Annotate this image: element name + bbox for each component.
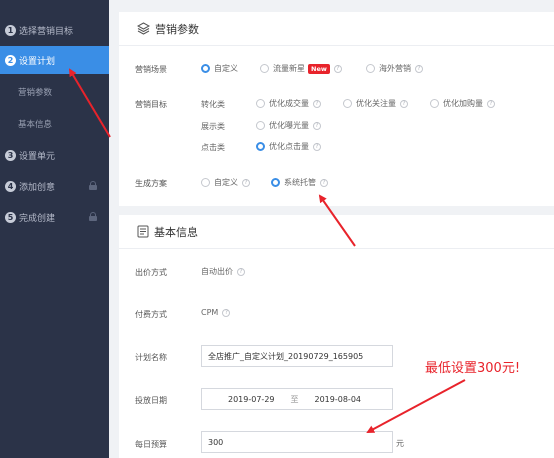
plan-name-label: 计划名称: [135, 353, 167, 362]
plan-name-input[interactable]: 全店推广_自定义计划_20190729_165905: [201, 345, 393, 367]
step-label: 设置计划: [19, 56, 56, 67]
radio[interactable]: [260, 64, 269, 73]
panel-title: 基本信息: [154, 225, 198, 239]
sidebar: 1 选择营销目标 2 设置计划 营销参数 基本信息 3 设置单元 4 添加创意 …: [0, 0, 109, 458]
radio[interactable]: [256, 121, 265, 130]
budget-label: 每日预算: [135, 440, 167, 449]
step-select-goal[interactable]: 1 选择营销目标: [0, 16, 109, 44]
radio[interactable]: [256, 99, 265, 108]
step-label: 完成创建: [19, 213, 56, 224]
panel-title: 营销参数: [155, 22, 199, 36]
step-label: 营销参数: [18, 88, 53, 98]
step-label: 添加创意: [19, 182, 56, 193]
option-label: 优化成交量: [269, 99, 309, 108]
goal-option-follows[interactable]: 优化关注量 ?: [343, 98, 408, 109]
pay-text: CPM: [201, 308, 219, 317]
lock-icon: [89, 212, 97, 221]
date-range-input[interactable]: 2019-07-29 至 2019-08-04: [201, 388, 393, 410]
goal-label: 营销目标: [135, 100, 167, 109]
goal-category-display: 展示类: [201, 122, 225, 131]
help-icon[interactable]: ?: [222, 308, 231, 317]
step-number: 3: [5, 149, 16, 161]
budget-unit: 元: [396, 439, 404, 448]
step-number: 4: [5, 180, 16, 192]
goal-option-add-cart[interactable]: 优化加购量 ?: [430, 98, 495, 109]
scene-option-overseas[interactable]: 海外营销 ?: [366, 63, 423, 74]
help-icon[interactable]: ?: [487, 99, 495, 108]
option-label: 优化加购量: [443, 99, 483, 108]
goal-option-deals[interactable]: 优化成交量 ?: [256, 98, 321, 109]
option-label: 海外营销: [379, 64, 411, 73]
help-icon[interactable]: ?: [313, 142, 321, 151]
date-label: 投放日期: [135, 396, 167, 405]
bid-label: 出价方式: [135, 268, 167, 277]
goal-option-exposure[interactable]: 优化曝光量 ?: [256, 120, 321, 131]
radio[interactable]: [201, 178, 210, 187]
lock-icon: [89, 181, 97, 190]
step-number: 2: [5, 54, 16, 66]
option-label: 系统托管: [284, 178, 316, 187]
option-label: 自定义: [214, 64, 238, 73]
layers-icon: [137, 22, 150, 35]
radio-selected[interactable]: [201, 64, 210, 73]
goal-category-conversion: 转化类: [201, 100, 225, 109]
help-icon[interactable]: ?: [313, 99, 321, 108]
step-label: 基本信息: [18, 120, 53, 130]
pay-value: CPM ?: [201, 308, 231, 317]
scene-option-custom[interactable]: 自定义: [201, 63, 238, 74]
step-finish[interactable]: 5 完成创建: [0, 203, 109, 231]
plan-option-custom[interactable]: 自定义 ?: [201, 177, 250, 188]
help-icon[interactable]: ?: [320, 178, 328, 187]
step-label: 选择营销目标: [19, 26, 74, 37]
option-label: 自定义: [214, 178, 238, 187]
step-label: 设置单元: [19, 151, 56, 162]
pay-label: 付费方式: [135, 310, 167, 319]
option-label: 优化曝光量: [269, 121, 309, 130]
document-icon: [137, 225, 149, 238]
radio[interactable]: [343, 99, 352, 108]
help-icon[interactable]: ?: [237, 267, 245, 276]
step-set-plan[interactable]: 2 设置计划: [0, 46, 109, 74]
date-separator: 至: [290, 394, 299, 404]
step-number: 1: [5, 24, 16, 36]
panel-header: 营销参数: [119, 12, 554, 46]
radio-selected[interactable]: [256, 142, 265, 151]
option-label: 优化关注量: [356, 99, 396, 108]
step-set-unit[interactable]: 3 设置单元: [0, 141, 109, 169]
step-marketing-params[interactable]: 营销参数: [0, 78, 109, 106]
new-badge: New: [308, 63, 330, 74]
radio[interactable]: [366, 64, 375, 73]
option-label: 优化点击量: [269, 142, 309, 151]
radio[interactable]: [430, 99, 439, 108]
step-basic-info[interactable]: 基本信息: [0, 110, 109, 138]
help-icon[interactable]: ?: [415, 64, 423, 73]
help-icon[interactable]: ?: [242, 178, 250, 187]
budget-text: 300: [208, 437, 224, 447]
help-icon[interactable]: ?: [333, 64, 342, 73]
daily-budget-input[interactable]: 300: [201, 431, 393, 453]
option-label: 流量新星: [273, 64, 305, 73]
plan-option-system-managed[interactable]: 系统托管 ?: [271, 177, 328, 188]
goal-option-clicks[interactable]: 优化点击量 ?: [256, 141, 321, 152]
basic-info-panel: 基本信息 出价方式 自动出价 ? 付费方式 CPM ? 计划名称 全店推广_自定…: [119, 215, 554, 458]
bid-value: 自动出价 ?: [201, 266, 245, 277]
help-icon[interactable]: ?: [313, 121, 321, 130]
plan-label: 生成方案: [135, 179, 167, 188]
help-icon[interactable]: ?: [400, 99, 408, 108]
step-add-creative[interactable]: 4 添加创意: [0, 172, 109, 200]
radio-selected[interactable]: [271, 178, 280, 187]
step-number: 5: [5, 211, 16, 223]
scene-option-traffic-star[interactable]: 流量新星 New ?: [260, 63, 342, 74]
annotation-note: 最低设置300元!: [425, 361, 521, 376]
date-end[interactable]: 2019-08-04: [315, 395, 362, 404]
scene-label: 营销场景: [135, 65, 167, 74]
plan-name-text: 全店推广_自定义计划_20190729_165905: [208, 351, 364, 361]
marketing-params-panel: 营销参数 营销场景 自定义 流量新星 New ? 海外营销 ? 营销目标 转化类…: [119, 12, 554, 206]
bid-text: 自动出价: [201, 267, 233, 276]
date-start[interactable]: 2019-07-29: [228, 395, 275, 404]
goal-category-click: 点击类: [201, 143, 225, 152]
panel-header: 基本信息: [119, 215, 554, 249]
